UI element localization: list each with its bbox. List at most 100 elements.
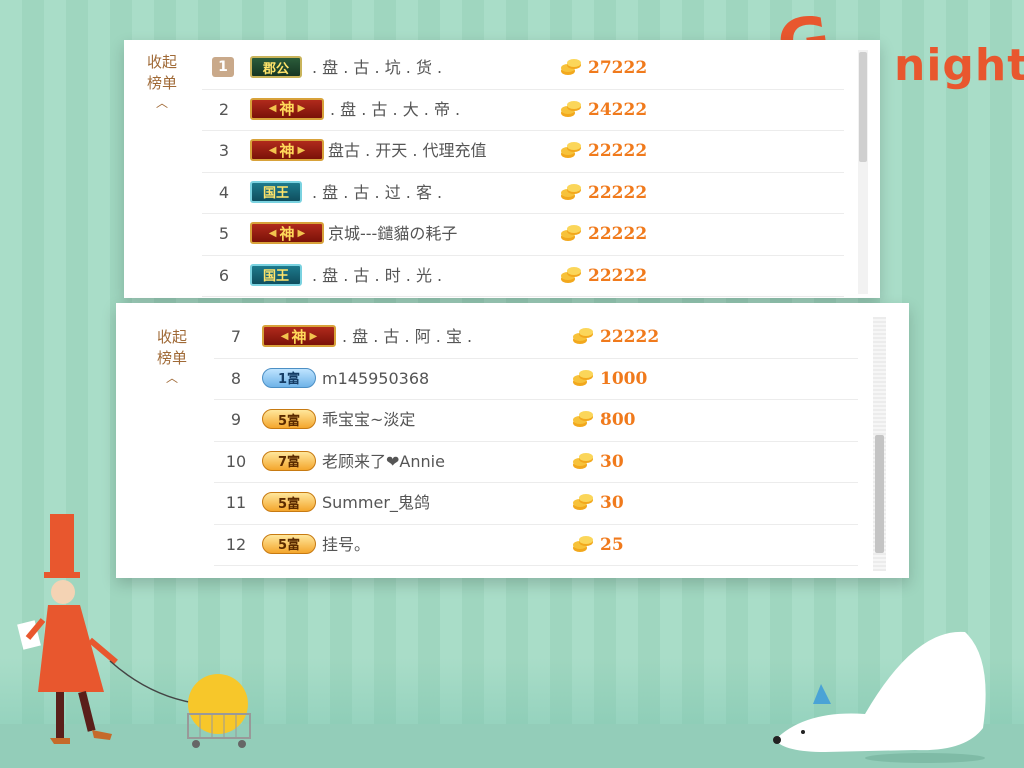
leaderboard-row[interactable]: 1 郡公 . 盘 . 古 . 坑 . 货 . 27222 xyxy=(202,48,844,90)
leaderboard-row[interactable]: 10 7富 老顾来了❤Annie 30 xyxy=(214,442,858,483)
leaderboard-row[interactable]: 12 5富 挂号。 25 xyxy=(214,525,858,566)
title-badge: ◀ 神 ▶ xyxy=(250,97,324,120)
gold-coin-stack-icon xyxy=(561,183,581,200)
player-name[interactable]: . 盘 . 古 . 大 . 帝 . xyxy=(330,99,460,121)
badge-wing-left: ◀ xyxy=(268,103,277,114)
collapse-leaderboard-button[interactable]: 收起 榜单 ︿ xyxy=(146,327,198,385)
gold-coin-stack-icon xyxy=(573,369,593,386)
gold-coin-stack-icon xyxy=(573,411,593,427)
gold-coin-stack-icon xyxy=(573,494,593,510)
decorative-title-word: night xyxy=(894,40,1024,91)
rank-number: 3 xyxy=(218,141,230,160)
wealth-badge: 5富 xyxy=(262,492,316,512)
rank-number: 5 xyxy=(218,224,230,243)
player-name[interactable]: . 盘 . 古 . 阿 . 宝 . xyxy=(342,326,472,348)
gold-coin-stack-icon xyxy=(561,59,581,75)
leaderboard-row[interactable]: 2 ◀ 神 ▶ . 盘 . 古 . 大 . 帝 . 24222 xyxy=(202,90,844,131)
leaderboard-panel-bottom: 收起 榜单 ︿ 7 ◀ 神 ▶ . 盘 . 古 . 阿 . 宝 . 22222 8 … xyxy=(116,303,909,578)
gold-coin-stack-icon xyxy=(561,266,581,283)
rank-number: 12 xyxy=(225,534,247,554)
score-value: 22222 xyxy=(588,265,648,286)
player-name[interactable]: 挂号。 xyxy=(322,534,370,556)
badge-wing-left: ◀ xyxy=(268,227,277,239)
badge-wing-right: ▶ xyxy=(297,103,306,114)
badge-wing-right: ▶ xyxy=(309,330,318,342)
badge-wing-right: ▶ xyxy=(297,227,306,239)
player-name[interactable]: . 盘 . 古 . 坑 . 货 . xyxy=(312,57,442,79)
rank-number: 4 xyxy=(218,182,230,202)
wealth-badge: 5富 xyxy=(262,533,316,554)
collapse-label-line2: 榜单 xyxy=(146,74,177,92)
score-value: 800 xyxy=(600,410,636,430)
badge-wing-right: ▶ xyxy=(297,144,306,156)
caret-up-icon: ︿ xyxy=(155,96,168,110)
player-name[interactable]: m145950368 xyxy=(322,368,429,390)
collapse-label-line1: 收起 xyxy=(146,53,177,71)
scrollbar-thumb[interactable] xyxy=(875,435,884,553)
badge-label: 神 xyxy=(279,224,295,243)
badge-wing-left: ◀ xyxy=(268,144,277,156)
leaderboard-row[interactable]: 4 国王 . 盘 . 古 . 过 . 客 . 22222 xyxy=(202,173,844,214)
rank-number: 6 xyxy=(218,265,230,285)
gold-coin-stack-icon xyxy=(561,100,581,117)
leaderboard-row[interactable]: 7 ◀ 神 ▶ . 盘 . 古 . 阿 . 宝 . 22222 xyxy=(214,317,858,359)
scrollbar-track[interactable] xyxy=(858,50,868,294)
leaderboard-list: 1 郡公 . 盘 . 古 . 坑 . 货 . 27222 2 ◀ 神 ▶ . 盘 .… xyxy=(202,48,844,297)
title-badge: ◀ 神 ▶ xyxy=(250,139,324,161)
leaderboard-row[interactable]: 3 ◀ 神 ▶ 盘古 . 开天 . 代理充值 22222 xyxy=(202,131,844,173)
badge-label: 神 xyxy=(279,100,295,118)
collapse-label-line2: 榜单 xyxy=(156,349,187,367)
score-value: 1000 xyxy=(600,368,648,389)
gold-coin-stack-icon xyxy=(573,328,593,344)
player-name[interactable]: . 盘 . 古 . 过 . 客 . xyxy=(312,182,442,204)
collapse-label-line1: 收起 xyxy=(156,328,187,346)
player-name[interactable]: 老顾来了❤Annie xyxy=(322,451,445,473)
score-value: 22222 xyxy=(600,327,660,347)
score-value: 24222 xyxy=(588,99,648,120)
score-value: 30 xyxy=(600,451,624,472)
rank-number: 9 xyxy=(230,410,242,429)
player-name[interactable]: . 盘 . 古 . 时 . 光 . xyxy=(312,265,442,287)
player-name[interactable]: 盘古 . 开天 . 代理充值 xyxy=(328,140,487,162)
score-value: 27222 xyxy=(588,58,648,78)
badge-label: 神 xyxy=(291,327,307,346)
gold-coin-stack-icon xyxy=(561,225,581,241)
leaderboard-row[interactable]: 5 ◀ 神 ▶ 京城---鑓貓の耗子 22222 xyxy=(202,214,844,256)
scrollbar-track[interactable] xyxy=(873,317,886,571)
rank-number: 10 xyxy=(225,451,247,471)
score-value: 22222 xyxy=(588,182,648,203)
score-value: 25 xyxy=(600,534,624,555)
player-name[interactable]: 乖宝宝~淡定 xyxy=(322,409,415,431)
leaderboard-row[interactable]: 11 5富 Summer_鬼鸽 30 xyxy=(214,483,858,525)
leaderboard-row[interactable]: 6 国王 . 盘 . 古 . 时 . 光 . 22222 xyxy=(202,256,844,297)
player-name[interactable]: 京城---鑓貓の耗子 xyxy=(328,223,457,245)
title-badge: 国王 xyxy=(250,263,302,286)
wealth-badge: 7富 xyxy=(262,450,316,471)
leaderboard-list: 7 ◀ 神 ▶ . 盘 . 古 . 阿 . 宝 . 22222 8 1富 m1459… xyxy=(214,317,858,566)
rank-number: 8 xyxy=(230,368,242,388)
rank-number: 2 xyxy=(218,99,230,119)
title-badge: 国王 xyxy=(250,180,302,203)
walking-man-illustration xyxy=(17,514,118,744)
wealth-badge: 5富 xyxy=(262,409,316,429)
title-badge: 郡公 xyxy=(250,56,302,78)
leaderboard-panel-top: 收起 榜单 ︿ 1 郡公 . 盘 . 古 . 坑 . 货 . 27222 2 ◀… xyxy=(124,40,880,298)
gold-coin-stack-icon xyxy=(573,535,593,552)
collapse-leaderboard-button[interactable]: 收起 榜单 ︿ xyxy=(136,52,188,110)
title-badge: ◀ 神 ▶ xyxy=(250,222,324,244)
scrollbar-thumb[interactable] xyxy=(859,52,867,162)
polar-bear-illustration xyxy=(773,631,986,763)
player-name[interactable]: Summer_鬼鸽 xyxy=(322,492,430,514)
rank-number: 7 xyxy=(230,327,242,346)
gold-coin-stack-icon xyxy=(573,452,593,469)
score-value: 22222 xyxy=(588,224,648,244)
score-value: 22222 xyxy=(588,141,648,161)
wealth-badge: 1富 xyxy=(262,367,316,388)
title-badge: ◀ 神 ▶ xyxy=(262,325,336,347)
score-value: 30 xyxy=(600,493,624,513)
leaderboard-row[interactable]: 9 5富 乖宝宝~淡定 800 xyxy=(214,400,858,442)
leaderboard-row[interactable]: 8 1富 m145950368 1000 xyxy=(214,359,858,400)
rank-number: 1 xyxy=(212,57,234,77)
yellow-ball-cart-illustration xyxy=(187,674,251,748)
caret-up-icon: ︿ xyxy=(165,371,178,385)
